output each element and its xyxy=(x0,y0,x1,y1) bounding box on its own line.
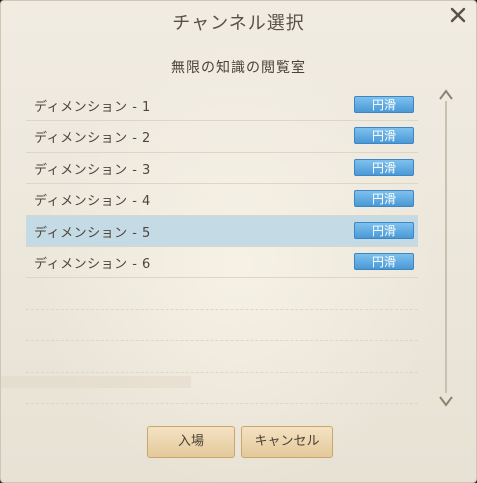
status-badge: 円滑 xyxy=(354,127,414,145)
channel-row-5[interactable]: ディメンション - 5 円滑 xyxy=(26,215,418,247)
status-badge: 円滑 xyxy=(354,190,414,208)
list-scrollbar[interactable] xyxy=(434,87,458,407)
scroll-track[interactable] xyxy=(445,101,447,393)
channel-name: ディメンション - 3 xyxy=(34,162,151,178)
map-name: 無限の知識の閲覧室 xyxy=(171,60,306,76)
cancel-button[interactable]: キャンセル xyxy=(241,426,333,458)
channel-row-3[interactable]: ディメンション - 3 円滑 xyxy=(26,153,418,185)
channel-row-6[interactable]: ディメンション - 6 円滑 xyxy=(26,247,418,279)
channel-name: ディメンション - 2 xyxy=(34,131,151,147)
empty-row xyxy=(26,310,418,342)
scroll-down-arrow-icon[interactable] xyxy=(438,393,454,407)
channel-select-dialog: チャンネル選択 無限の知識の閲覧室 ディメンション - 1 円滑 ディメンション… xyxy=(0,0,477,483)
channel-row-1[interactable]: ディメンション - 1 円滑 xyxy=(26,90,418,122)
empty-row xyxy=(26,373,418,404)
channel-list: ディメンション - 1 円滑 ディメンション - 2 円滑 ディメンション - … xyxy=(26,90,418,410)
status-badge: 円滑 xyxy=(354,158,414,176)
enter-button[interactable]: 入場 xyxy=(147,426,235,458)
dialog-title: チャンネル選択 xyxy=(172,13,305,34)
status-badge: 円滑 xyxy=(354,96,414,113)
empty-row xyxy=(26,341,418,373)
scroll-up-arrow-icon[interactable] xyxy=(438,87,454,101)
empty-row xyxy=(26,278,418,310)
channel-row-4[interactable]: ディメンション - 4 円滑 xyxy=(26,184,418,216)
channel-row-2[interactable]: ディメンション - 2 円滑 xyxy=(26,121,418,153)
status-badge: 円滑 xyxy=(354,252,414,270)
status-badge: 円滑 xyxy=(354,221,414,239)
close-icon[interactable] xyxy=(448,5,468,25)
channel-name: ディメンション - 6 xyxy=(34,256,151,272)
channel-name: ディメンション - 5 xyxy=(34,225,151,241)
channel-name: ディメンション - 1 xyxy=(34,100,151,115)
channel-name: ディメンション - 4 xyxy=(34,194,151,210)
